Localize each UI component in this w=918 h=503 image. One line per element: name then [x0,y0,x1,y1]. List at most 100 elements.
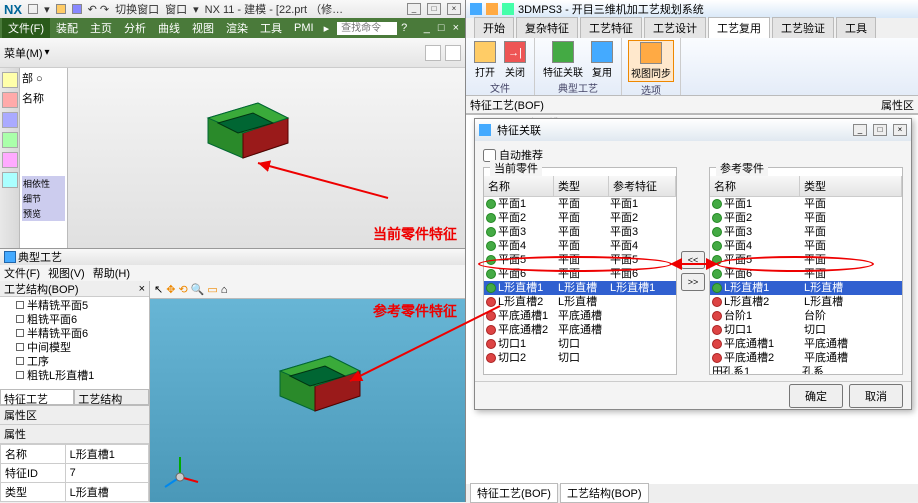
home-icon[interactable]: ⌂ [221,284,228,296]
btn-assoc[interactable]: 特征关联 [541,40,585,80]
side-ic-4[interactable] [2,132,18,148]
new-icon[interactable] [28,4,38,14]
btn-ok[interactable]: 确定 [789,384,843,408]
side-ic-5[interactable] [2,152,18,168]
lower-tab-bop[interactable]: 工艺结构(BOP) [74,389,149,405]
list-row[interactable]: 平面4平面平面4 [484,239,676,253]
btn-left[interactable]: << [681,251,705,269]
tab-design[interactable]: 工艺设计 [644,17,706,38]
list-row[interactable]: 切口1切口 [484,337,676,351]
lower-tab-bof[interactable]: 特征工艺(BOF) [0,389,74,405]
close-button[interactable]: × [447,3,461,15]
switch-window[interactable]: 切换窗口 [115,1,159,17]
tab-complex[interactable]: 复杂特征 [516,17,578,38]
tree-item[interactable]: 中间模型 [2,341,147,355]
btn-close[interactable]: →|关闭 [502,40,528,80]
btn-right[interactable]: >> [681,273,705,291]
list-row[interactable]: 平面1平面平面1 [484,197,676,211]
tab-verify[interactable]: 工艺验证 [772,17,834,38]
btab-a[interactable]: 特征工艺(BOF) [470,483,558,503]
lower-3d-view[interactable]: ↖ ✥ ⟲ 🔍 ▭ ⌂ [150,281,465,502]
list-row[interactable]: 平底通槽1平底通槽 [484,309,676,323]
list-row[interactable]: 台阶1台阶 [710,309,902,323]
list-row[interactable]: 平底通槽1平底通槽 [710,337,902,351]
tree-item[interactable]: 半精铣平面5 [2,299,147,313]
child-max[interactable]: □ [434,22,449,34]
menu-render[interactable]: 渲染 [220,18,254,38]
btn-cancel[interactable]: 取消 [849,384,903,408]
lower-tree[interactable]: 半精铣平面5粗铣平面6半精铣平面6中间模型工序粗铣L形直槽1 [0,297,149,389]
btn-sync[interactable]: 视图同步 [628,40,674,82]
tree-item[interactable]: 工序 [2,355,147,369]
command-search[interactable] [337,22,397,35]
menu-view[interactable]: 视图 [186,18,220,38]
open-icon[interactable] [56,4,66,14]
tree-close-icon[interactable]: × [139,283,145,295]
list-row[interactable]: 平面6平面 [710,267,902,281]
menu-pmi[interactable]: PMI [288,20,320,36]
list-row[interactable]: 平面3平面平面3 [484,225,676,239]
zoom-icon[interactable]: 🔍 [191,283,205,296]
side-ic-1[interactable] [2,72,18,88]
menu-more[interactable]: ▸ [320,22,334,35]
list-row[interactable]: 平面6平面平面6 [484,267,676,281]
tb1[interactable] [425,45,441,61]
btab-b[interactable]: 工艺结构(BOP) [560,483,649,503]
list-row[interactable]: 平面5平面平面5 [484,253,676,267]
menu-curve[interactable]: 曲线 [152,18,186,38]
list-row[interactable]: 平面1平面 [710,197,902,211]
auto-checkbox[interactable]: 自动推荐 [483,147,903,163]
bar-feat[interactable]: 特征工艺(BOF) [470,97,544,113]
menu-tool[interactable]: 工具 [254,18,288,38]
side-ic-2[interactable] [2,92,18,108]
tab-start[interactable]: 开始 [474,17,514,38]
list-row[interactable]: 切口1切口 [710,323,902,337]
menu-assembly[interactable]: 装配 [50,18,84,38]
list-row[interactable]: 田孔系1孔系 [710,365,902,374]
r-ic2[interactable] [486,3,498,15]
list-row[interactable]: 平面3平面 [710,225,902,239]
fit-icon[interactable]: ▭ [207,283,217,296]
list-row[interactable]: 切口2切口 [484,351,676,365]
side-ic-3[interactable] [2,112,18,128]
menu-word[interactable]: 菜单(M) [4,45,43,61]
save-icon[interactable] [72,4,82,14]
list-row[interactable]: 平底通槽2平底通槽 [484,323,676,337]
tree-preview[interactable]: 预览 [22,206,65,221]
list-row[interactable]: L形直槽2L形直槽 [484,295,676,309]
tree-item[interactable]: 粗铣L形直槽1 [2,369,147,383]
ref-list[interactable]: 平面1平面平面2平面平面3平面平面4平面平面5平面平面6平面L形直槽1L形直槽L… [710,197,902,374]
btn-open[interactable]: 打开 [472,40,498,80]
lower-menu-file[interactable]: 文件(F) [4,265,40,281]
list-row[interactable]: L形直槽1L形直槽L形直槽1 [484,281,676,295]
menu-analysis[interactable]: 分析 [118,18,152,38]
tab-feat[interactable]: 工艺特征 [580,17,642,38]
menu-file[interactable]: 文件(F) [2,18,50,38]
menu-home[interactable]: 主页 [84,18,118,38]
tab-tool[interactable]: 工具 [836,17,876,38]
current-list[interactable]: 平面1平面平面1平面2平面平面2平面3平面平面3平面4平面平面4平面5平面平面5… [484,197,676,374]
list-row[interactable]: L形直槽2L形直槽 [710,295,902,309]
dlg-max[interactable]: □ [873,124,887,136]
tab-reuse[interactable]: 工艺复用 [708,17,770,38]
list-row[interactable]: L形直槽1L形直槽 [710,281,902,295]
tree-detail[interactable]: 细节 [22,191,65,206]
child-min[interactable]: _ [420,22,434,34]
move-icon[interactable]: ✥ [166,283,175,296]
list-row[interactable]: 平面5平面 [710,253,902,267]
lower-menu-view[interactable]: 视图(V) [48,265,85,281]
tree-item[interactable]: 粗铣平面6 [2,313,147,327]
dlg-min[interactable]: _ [853,124,867,136]
list-row[interactable]: 平底通槽2平底通槽 [710,351,902,365]
minimize-button[interactable]: _ [407,3,421,15]
child-close[interactable]: × [449,22,463,34]
list-row[interactable]: 平面2平面 [710,211,902,225]
list-row[interactable]: 平面4平面 [710,239,902,253]
dlg-close[interactable]: × [893,124,907,136]
side-ic-6[interactable] [2,172,18,188]
nx-3d-view[interactable]: 当前零件特征 [68,68,465,248]
help-icon[interactable]: ? [397,22,411,34]
tb2[interactable] [445,45,461,61]
r-ic3[interactable] [502,3,514,15]
maximize-button[interactable]: □ [427,3,441,15]
